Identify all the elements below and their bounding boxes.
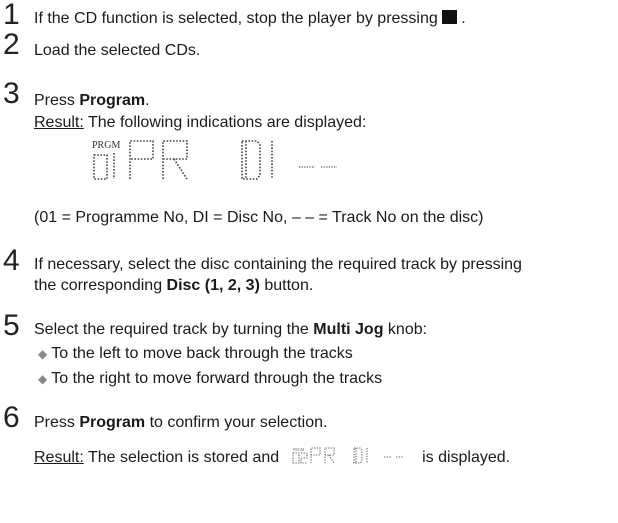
- lcd-display-small: PRGM: [292, 446, 410, 464]
- step-text-line-1: If necessary, select the disc containing…: [34, 256, 522, 273]
- lcd-prgm-text: PRGM: [92, 140, 120, 151]
- lcd-letter-p-small: [310, 447, 321, 463]
- lcd-letter-d: [241, 140, 261, 180]
- step-text: Load the selected CDs.: [34, 42, 201, 59]
- result-label: Result:: [34, 449, 84, 466]
- step-text-b: .: [145, 92, 150, 109]
- step-text-a: Press: [34, 414, 80, 431]
- step-text-b: knob:: [383, 321, 428, 338]
- lcd-segments: PRGM: [92, 140, 337, 180]
- step-text-end: .: [461, 10, 466, 27]
- program-label: Program: [79, 92, 146, 109]
- result-line: Result: The following indications are di…: [34, 113, 366, 132]
- step-text: Press Program.: [34, 91, 150, 110]
- step-text-main: If the CD function is selected, stop the…: [34, 10, 438, 27]
- step-text-b: to confirm your selection.: [145, 414, 328, 431]
- step-number: 4: [3, 244, 20, 277]
- step-text: Press Program to confirm your selection.: [34, 413, 327, 432]
- bullet-item: ◆ To the left to move back through the tr…: [38, 344, 353, 364]
- step-number: 1: [3, 0, 20, 31]
- result-text-b: is displayed.: [417, 449, 511, 466]
- diamond-bullet-icon: ◆: [38, 372, 48, 386]
- lcd-segments-small: PRGM: [292, 447, 404, 464]
- step-text-a: the corresponding: [34, 277, 167, 294]
- multi-jog-label: Multi Jog: [313, 321, 384, 338]
- stop-square-icon: [441, 10, 457, 24]
- step-text-line-2: the corresponding Disc (1, 2, 3) button.: [34, 276, 313, 295]
- lcd-letter-p: [129, 140, 154, 179]
- result-line: Result: The selection is stored and PRGM…: [34, 446, 510, 467]
- lcd-letter-r: [162, 140, 188, 180]
- bullet-text: To the left to move back through the tra…: [51, 345, 353, 362]
- bullet-item: ◆ To the right to move forward through th…: [38, 369, 382, 389]
- step-text: If the CD function is selected, stop the…: [34, 9, 466, 28]
- step-text: Select the required track by turning the…: [34, 320, 427, 339]
- step-number: 2: [3, 28, 20, 61]
- lcd-digit-2-small: [300, 452, 308, 464]
- diamond-bullet-icon: ◆: [38, 347, 48, 361]
- lcd-digit-0: [93, 154, 108, 180]
- lcd-letter-r-small: [324, 447, 335, 464]
- result-text-a: The selection is stored and: [83, 449, 284, 466]
- step-text-a: Select the required track by turning the: [34, 321, 314, 338]
- lcd-letter-d-small: [353, 447, 363, 464]
- result-text: The following indications are displayed:: [83, 114, 367, 131]
- lcd-display: PRGM: [90, 135, 350, 187]
- lcd-digit-0-small: [292, 452, 300, 464]
- step-text-a: Press: [34, 92, 80, 109]
- step-number: 5: [3, 309, 20, 342]
- disc-button-label: Disc (1, 2, 3): [166, 277, 260, 294]
- step-number: 3: [3, 77, 20, 110]
- step-number: 6: [3, 401, 20, 434]
- bullet-text: To the right to move forward through the…: [51, 370, 383, 387]
- display-legend: (01 = Programme No, DI = Disc No, – – = …: [34, 209, 484, 226]
- lcd-prgm-text-small: PRGM: [293, 447, 305, 452]
- step-text-b: button.: [259, 277, 314, 294]
- program-label: Program: [79, 414, 146, 431]
- result-label: Result:: [34, 114, 84, 131]
